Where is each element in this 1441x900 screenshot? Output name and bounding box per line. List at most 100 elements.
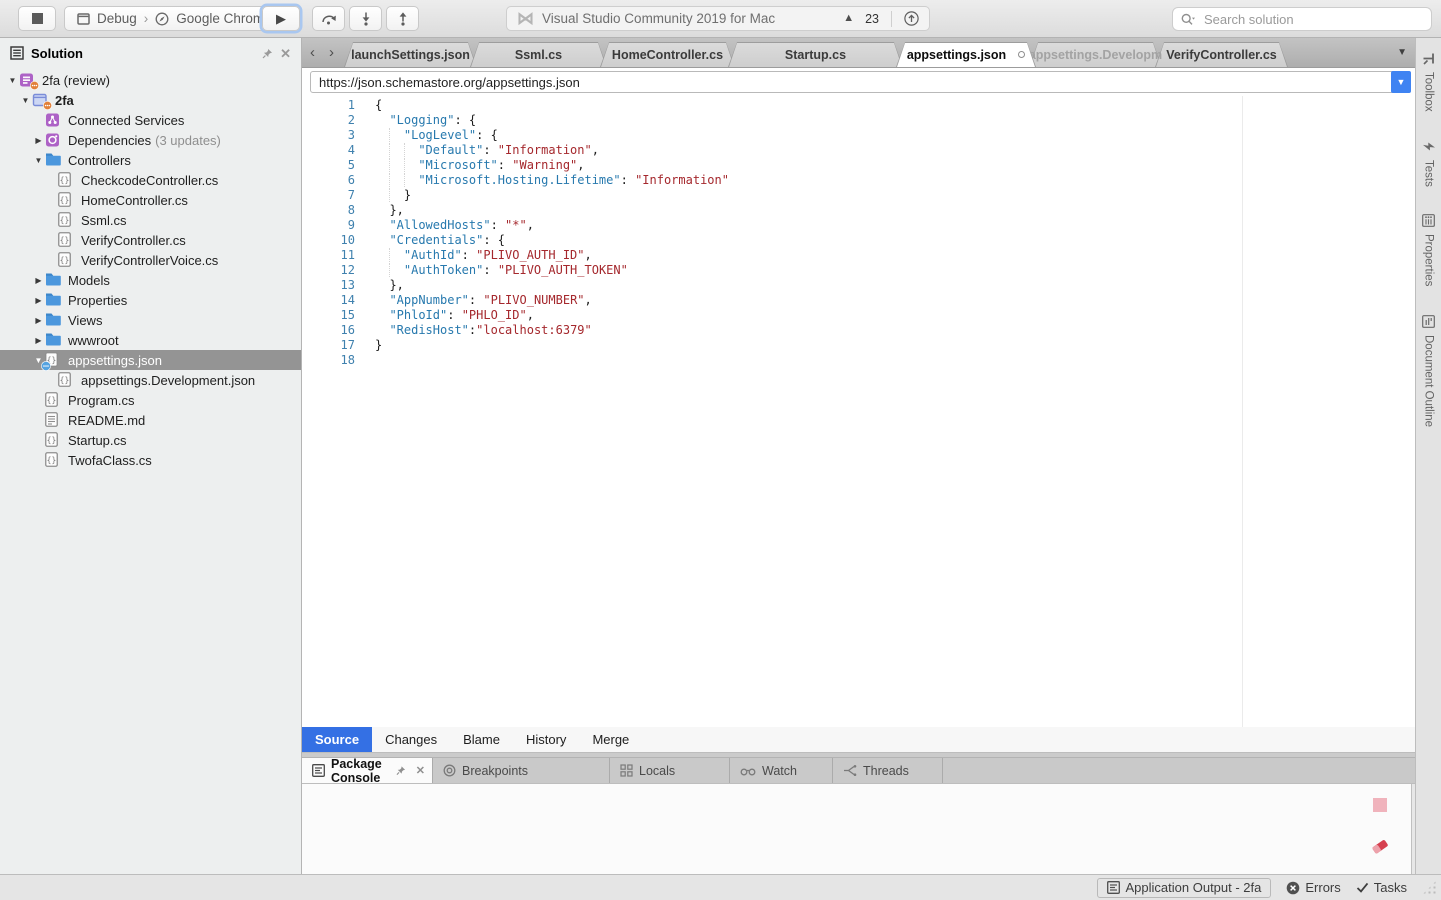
panel-tab-threads[interactable]: Threads xyxy=(833,758,943,783)
code-line: "PhloId": "PHLO_ID", xyxy=(375,308,729,323)
tree-item-label: Controllers xyxy=(68,153,131,168)
view-tab-merge[interactable]: Merge xyxy=(579,727,642,752)
tree-item-2fa[interactable]: ▼2fa xyxy=(0,90,301,110)
window-title: Visual Studio Community 2019 for Mac xyxy=(542,11,835,26)
tree-item-twofaclass-cs[interactable]: {}TwofaClass.cs xyxy=(0,450,301,470)
close-icon[interactable]: ✕ xyxy=(280,47,291,60)
expander-icon[interactable]: ▶ xyxy=(32,316,45,325)
tree-item-checkcodecontroller-cs[interactable]: {}CheckcodeController.cs xyxy=(0,170,301,190)
dock-item-label: Properties xyxy=(1423,234,1435,286)
panel-tab-label: Locals xyxy=(639,764,675,778)
line-number: 6 xyxy=(302,173,355,188)
schema-url-dropdown[interactable]: ▼ xyxy=(1391,71,1411,93)
indent-guide xyxy=(375,248,389,262)
console-clear-icon[interactable] xyxy=(1371,838,1389,855)
tree-item-ssml-cs[interactable]: {}Ssml.cs xyxy=(0,210,301,230)
json-string: "PLIVO_AUTH_ID" xyxy=(476,248,584,262)
view-tab-source[interactable]: Source xyxy=(302,727,372,752)
panel-tab-locals[interactable]: Locals xyxy=(610,758,730,783)
tree-item-controllers[interactable]: ▼ Controllers xyxy=(0,150,301,170)
schema-url-bar: ▼ xyxy=(310,71,1411,93)
json-string: "PLIVO_AUTH_TOKEN" xyxy=(498,263,628,277)
tasks-label: Tasks xyxy=(1374,880,1407,895)
nav-forward-icon[interactable]: › xyxy=(329,45,334,60)
tree-item-readme-md[interactable]: README.md xyxy=(0,410,301,430)
tree-item-startup-cs[interactable]: {}Startup.cs xyxy=(0,430,301,450)
view-tab-changes[interactable]: Changes xyxy=(372,727,450,752)
tree-item-homecontroller-cs[interactable]: {}HomeController.cs xyxy=(0,190,301,210)
play-button[interactable]: ▶ xyxy=(262,6,300,31)
code-line xyxy=(375,353,729,368)
expander-icon[interactable]: ▼ xyxy=(32,156,45,165)
step-out-button[interactable] xyxy=(386,6,419,31)
tree-item-appsettings-development-json[interactable]: {}appsettings.Development.json xyxy=(0,370,301,390)
tasks-button[interactable]: Tasks xyxy=(1356,880,1407,895)
tree-item-verifycontroller-cs[interactable]: {}VerifyController.cs xyxy=(0,230,301,250)
json-key: "AuthToken" xyxy=(404,263,483,277)
pin-icon[interactable] xyxy=(396,765,406,776)
tree-item-connected-services[interactable]: Connected Services xyxy=(0,110,301,130)
dock-item-properties[interactable]: Properties xyxy=(1422,214,1435,286)
pin-icon[interactable] xyxy=(262,48,273,59)
tree-item-views[interactable]: ▶Views xyxy=(0,310,301,330)
tab-ssml-cs[interactable]: Ssml.cs xyxy=(470,42,607,67)
json-punctuation: , xyxy=(592,143,599,157)
tab-list-dropdown-icon[interactable]: ▼ xyxy=(1397,47,1407,58)
tab-launchsettings-json[interactable]: launchSettings.json xyxy=(344,42,477,67)
code-editor[interactable]: 123456789101112131415161718 {"Logging": … xyxy=(302,96,1415,727)
schema-url-input[interactable] xyxy=(311,75,1391,90)
schema-url-row: ▼ xyxy=(302,68,1415,96)
view-tab-history[interactable]: History xyxy=(513,727,579,752)
step-over-button[interactable] xyxy=(312,6,345,31)
tab-appsettings-json[interactable]: appsettings.json xyxy=(896,42,1036,67)
expander-icon[interactable]: ▶ xyxy=(32,336,45,345)
line-number: 5 xyxy=(302,158,355,173)
console-stop-icon[interactable] xyxy=(1373,798,1387,812)
view-tab-blame[interactable]: Blame xyxy=(450,727,513,752)
nav-back-icon[interactable]: ‹ xyxy=(310,45,315,60)
tab-verifycontroller-cs[interactable]: VerifyController.cs xyxy=(1155,42,1288,67)
panel-tab-label: Threads xyxy=(863,764,909,778)
errors-button[interactable]: Errors xyxy=(1286,880,1340,895)
expander-icon[interactable]: ▶ xyxy=(32,276,45,285)
close-icon[interactable]: ✕ xyxy=(416,764,425,777)
tree-item-verifycontrollervoice-cs[interactable]: {}VerifyControllerVoice.cs xyxy=(0,250,301,270)
search-input[interactable] xyxy=(1202,11,1423,28)
watch-icon xyxy=(740,766,756,776)
tree-item-wwwroot[interactable]: ▶wwwroot xyxy=(0,330,301,350)
expander-icon[interactable]: ▶ xyxy=(32,296,45,305)
step-into-button[interactable] xyxy=(349,6,382,31)
panel-tab-package-console[interactable]: Package Console✕ xyxy=(302,758,433,783)
dock-item-toolbox[interactable]: Toolbox xyxy=(1422,52,1435,112)
dock-item-label: Toolbox xyxy=(1423,72,1435,112)
expander-icon[interactable]: ▶ xyxy=(32,136,45,145)
tree-item-2fa-review-[interactable]: ▼2fa (review) xyxy=(0,70,301,90)
tree-item-program-cs[interactable]: {}Program.cs xyxy=(0,390,301,410)
tab-startup-cs[interactable]: Startup.cs xyxy=(728,42,903,67)
panel-tab-breakpoints[interactable]: Breakpoints xyxy=(433,758,610,783)
tree-item-properties[interactable]: ▶Properties xyxy=(0,290,301,310)
warning-count[interactable]: 23 xyxy=(865,12,879,26)
expander-icon[interactable]: ▼ xyxy=(19,96,32,105)
expander-icon[interactable]: ▼ xyxy=(6,76,19,85)
panel-tab-watch[interactable]: Watch xyxy=(730,758,833,783)
view-tab-label: Source xyxy=(315,732,359,747)
dock-item-document-outline[interactable]: Document Outline xyxy=(1422,315,1435,427)
tree-item-models[interactable]: ▶Models xyxy=(0,270,301,290)
panel-tab-label: Watch xyxy=(762,764,797,778)
view-tab-label: Blame xyxy=(463,732,500,747)
package-console-content[interactable] xyxy=(302,784,1412,874)
application-output-button[interactable]: Application Output - 2fa xyxy=(1097,878,1272,898)
stop-button[interactable] xyxy=(18,6,56,31)
resize-grip[interactable] xyxy=(1422,880,1437,895)
tab-homecontroller-cs[interactable]: HomeController.cs xyxy=(600,42,735,67)
search-solution-box[interactable] xyxy=(1172,7,1432,31)
run-configuration-selector[interactable]: Debug › Google Chrome xyxy=(64,6,285,31)
dock-item-tests[interactable]: Tests xyxy=(1423,140,1435,187)
feedback-button[interactable] xyxy=(904,11,919,26)
indent-guide xyxy=(375,188,389,202)
tree-item-dependencies[interactable]: ▶Dependencies(3 updates) xyxy=(0,130,301,150)
tree-item-appsettings-json[interactable]: ▼{}appsettings.json xyxy=(0,350,301,370)
tab-appsettings-developm[interactable]: appsettings.Developm xyxy=(1029,42,1162,67)
errors-label: Errors xyxy=(1305,880,1340,895)
